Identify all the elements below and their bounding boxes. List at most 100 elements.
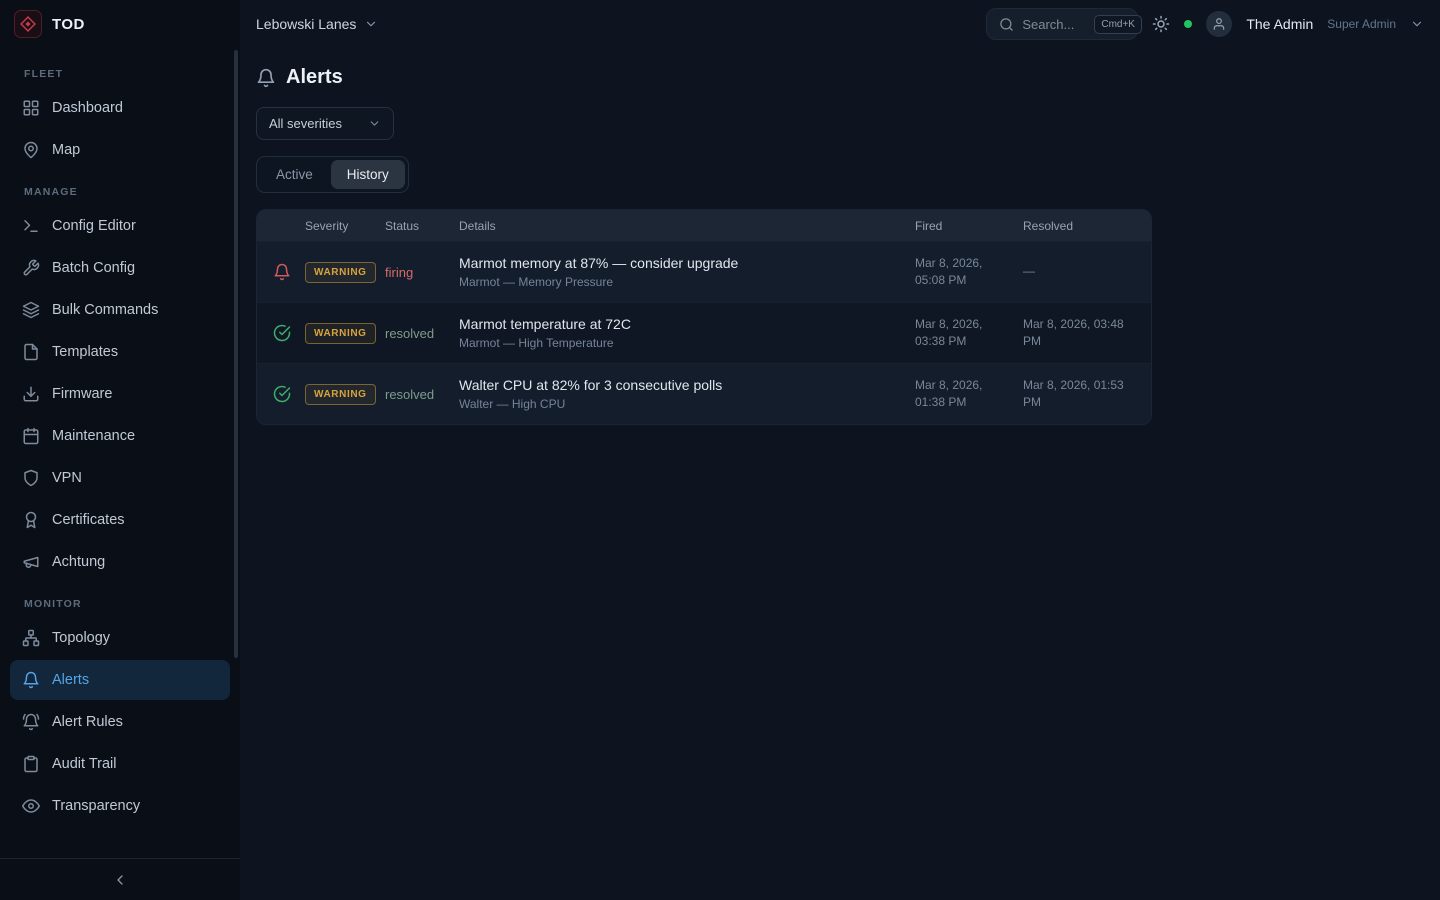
sidebar-item-map[interactable]: Map: [10, 130, 230, 170]
status-text: resolved: [385, 326, 459, 341]
alerts-table: Severity Status Details Fired Resolved W…: [256, 209, 1152, 425]
bell-alert-icon: [273, 263, 291, 281]
dashboard-grid-icon: [22, 99, 40, 117]
alert-title: Marmot memory at 87% — consider upgrade: [459, 255, 899, 271]
alert-details: Marmot memory at 87% — consider upgrade …: [459, 255, 915, 289]
table-row[interactable]: WARNING resolved Marmot temperature at 7…: [257, 302, 1151, 363]
network-icon: [22, 629, 40, 647]
sidebar-item-certificates[interactable]: Certificates: [10, 500, 230, 540]
map-pin-icon: [22, 141, 40, 159]
sidebar-scrollbar[interactable]: [234, 50, 238, 658]
fired-timestamp: Mar 8, 2026, 03:38 PM: [915, 316, 1023, 351]
check-circle-icon: [273, 385, 291, 403]
sidebar-item-label: Alert Rules: [52, 714, 123, 730]
sidebar-item-label: Map: [52, 142, 80, 158]
page-header: Alerts: [256, 66, 1424, 89]
sidebar-item-label: Achtung: [52, 554, 105, 570]
sidebar-item-transparency[interactable]: Transparency: [10, 786, 230, 826]
award-badge-icon: [22, 511, 40, 529]
file-icon: [22, 343, 40, 361]
sidebar-item-label: Config Editor: [52, 218, 136, 234]
sidebar-item-dashboard[interactable]: Dashboard: [10, 88, 230, 128]
org-selector[interactable]: Lebowski Lanes: [256, 16, 378, 32]
sidebar-item-achtung[interactable]: Achtung: [10, 542, 230, 582]
sidebar-item-bulk-commands[interactable]: Bulk Commands: [10, 290, 230, 330]
user-avatar[interactable]: [1206, 11, 1232, 37]
sidebar-item-label: VPN: [52, 470, 82, 486]
sidebar-item-alert-rules[interactable]: Alert Rules: [10, 702, 230, 742]
alert-title: Marmot temperature at 72C: [459, 316, 899, 332]
theme-toggle-button[interactable]: [1152, 15, 1170, 33]
chevron-down-icon: [368, 117, 381, 130]
table-header-row: Severity Status Details Fired Resolved: [257, 210, 1151, 241]
section-label-manage: MANAGE: [24, 186, 216, 198]
bell-ring-icon: [22, 713, 40, 731]
wrench-icon: [22, 259, 40, 277]
alert-subtitle: Walter — High CPU: [459, 397, 899, 411]
severity-badge: WARNING: [305, 262, 376, 283]
tab-history[interactable]: History: [331, 160, 405, 189]
severity-badge: WARNING: [305, 323, 376, 344]
sidebar-collapse-button[interactable]: [108, 868, 132, 892]
sidebar-item-templates[interactable]: Templates: [10, 332, 230, 372]
alert-subtitle: Marmot — Memory Pressure: [459, 275, 899, 289]
section-label-monitor: MONITOR: [24, 598, 216, 610]
alert-subtitle: Marmot — High Temperature: [459, 336, 899, 350]
calendar-icon: [22, 427, 40, 445]
sun-icon: [1152, 15, 1170, 33]
sidebar-item-topology[interactable]: Topology: [10, 618, 230, 658]
sidebar-item-label: Templates: [52, 344, 118, 360]
global-search[interactable]: Cmd+K: [986, 8, 1138, 40]
resolved-timestamp: Mar 8, 2026, 01:53 PM: [1023, 377, 1135, 412]
col-resolved: Resolved: [1023, 219, 1135, 233]
sidebar-item-maintenance[interactable]: Maintenance: [10, 416, 230, 456]
download-icon: [22, 385, 40, 403]
sidebar-item-firmware[interactable]: Firmware: [10, 374, 230, 414]
layers-icon: [22, 301, 40, 319]
resolved-timestamp: Mar 8, 2026, 03:48 PM: [1023, 316, 1135, 351]
user-menu-chevron-icon[interactable]: [1410, 17, 1424, 31]
chevron-left-icon: [112, 872, 128, 888]
severity-filter-select[interactable]: All severities: [256, 107, 394, 140]
alerts-view-tabs: Active History: [256, 156, 409, 193]
sidebar-item-alerts[interactable]: Alerts: [10, 660, 230, 700]
col-severity: Severity: [305, 219, 385, 233]
shield-icon: [22, 469, 40, 487]
topbar-actions: Cmd+K The Admin Super Admin: [986, 8, 1424, 40]
logo-diamond-icon: [14, 10, 42, 38]
sidebar-item-label: Maintenance: [52, 428, 135, 444]
org-name: Lebowski Lanes: [256, 16, 356, 32]
sidebar-item-batch-config[interactable]: Batch Config: [10, 248, 230, 288]
sidebar-item-label: Audit Trail: [52, 756, 116, 772]
sidebar-item-label: Dashboard: [52, 100, 123, 116]
sidebar-item-config-editor[interactable]: Config Editor: [10, 206, 230, 246]
status-text: resolved: [385, 387, 459, 402]
table-row[interactable]: WARNING resolved Walter CPU at 82% for 3…: [257, 363, 1151, 424]
section-label-fleet: FLEET: [24, 68, 216, 80]
page-title: Alerts: [286, 66, 343, 89]
tab-active[interactable]: Active: [260, 160, 329, 189]
search-icon: [999, 17, 1014, 32]
terminal-icon: [22, 217, 40, 235]
sidebar-item-audit-trail[interactable]: Audit Trail: [10, 744, 230, 784]
col-fired: Fired: [915, 219, 1023, 233]
connection-status-dot: [1184, 20, 1192, 28]
main-column: Lebowski Lanes Cmd+K The Admin Super A: [240, 0, 1440, 900]
sidebar-item-label: Batch Config: [52, 260, 135, 276]
sidebar-item-vpn[interactable]: VPN: [10, 458, 230, 498]
alert-details: Marmot temperature at 72C Marmot — High …: [459, 316, 915, 350]
megaphone-icon: [22, 553, 40, 571]
table-row[interactable]: WARNING firing Marmot memory at 87% — co…: [257, 241, 1151, 302]
bell-icon: [22, 671, 40, 689]
sidebar-nav: FLEET Dashboard Map MANAGE Config Editor: [0, 48, 240, 858]
user-name: The Admin: [1246, 16, 1313, 32]
app-logo[interactable]: TOD: [0, 0, 240, 48]
alert-title: Walter CPU at 82% for 3 consecutive poll…: [459, 377, 899, 393]
fired-timestamp: Mar 8, 2026, 01:38 PM: [915, 377, 1023, 412]
search-input[interactable]: [1022, 17, 1086, 32]
sidebar-item-label: Topology: [52, 630, 110, 646]
col-status: Status: [385, 219, 459, 233]
sidebar-item-label: Transparency: [52, 798, 140, 814]
app-name: TOD: [52, 16, 85, 33]
col-details: Details: [459, 219, 915, 233]
